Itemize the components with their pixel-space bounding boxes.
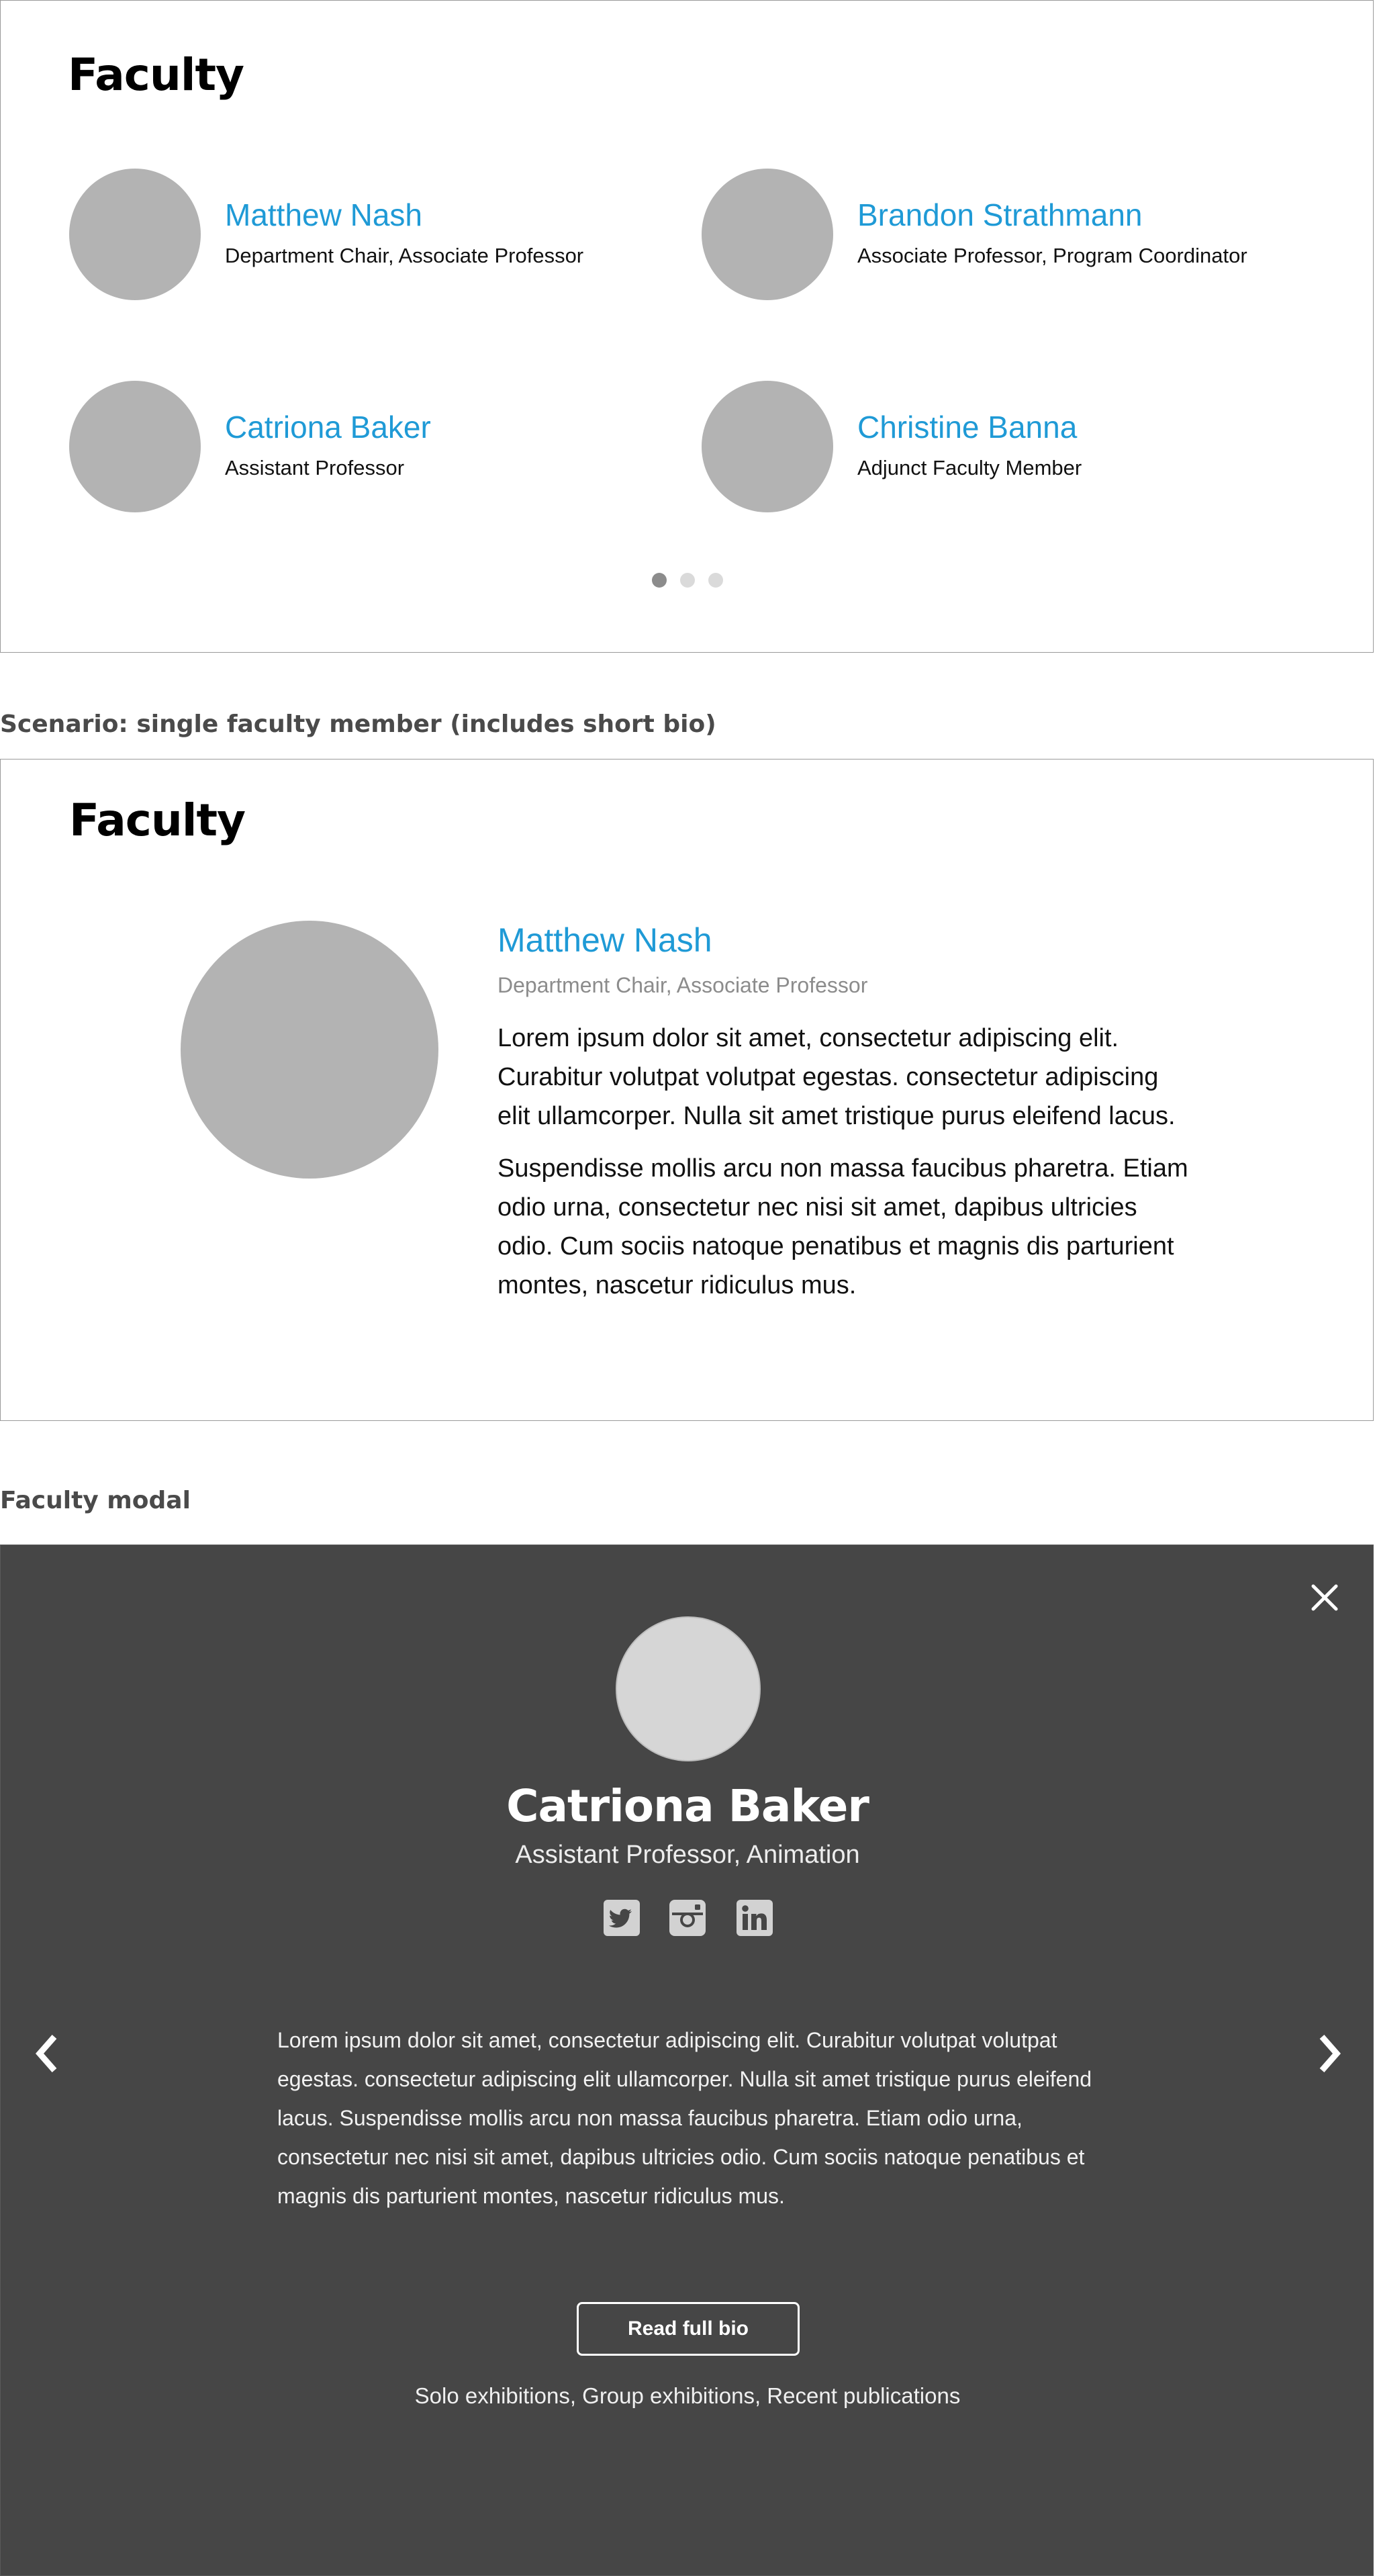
faculty-role: Assistant Professor: [225, 456, 405, 479]
avatar: [69, 169, 201, 300]
faculty-name[interactable]: Christine Banna: [857, 409, 1077, 445]
read-full-bio-button[interactable]: Read full bio: [577, 2302, 800, 2356]
faculty-role: Associate Professor, Program Coordinator: [857, 244, 1247, 267]
bio-paragraph: Suspendisse mollis arcu non massa faucib…: [497, 1154, 1188, 1299]
bio-paragraph: Lorem ipsum dolor sit amet, consectetur …: [497, 1024, 1176, 1130]
faculty-card[interactable]: Brandon Strathmann Associate Professor, …: [702, 169, 1306, 303]
faculty-name[interactable]: Brandon Strathmann: [857, 197, 1143, 233]
faculty-card[interactable]: Matthew Nash Department Chair, Associate…: [69, 169, 673, 303]
previous-arrow-icon[interactable]: [30, 2030, 62, 2077]
faculty-name[interactable]: Matthew Nash: [497, 921, 712, 960]
faculty-role: Adjunct Faculty Member: [857, 456, 1082, 479]
next-arrow-icon[interactable]: [1314, 2030, 1346, 2077]
faculty-card[interactable]: Christine Banna Adjunct Faculty Member: [702, 381, 1306, 515]
faculty-role: Department Chair, Associate Professor: [225, 244, 584, 267]
faculty-role: Department Chair, Associate Professor: [497, 973, 868, 997]
close-icon[interactable]: [1310, 1583, 1339, 1612]
modal-faculty-role: Assistant Professor, Animation: [515, 1841, 860, 1869]
avatar: [69, 381, 201, 512]
avatar: [181, 921, 438, 1179]
instagram-icon[interactable]: [669, 1900, 706, 1936]
modal-related-links[interactable]: Solo exhibitions, Group exhibitions, Rec…: [1, 2383, 1374, 2409]
modal-bio: Lorem ipsum dolor sit amet, consectetur …: [277, 2028, 1092, 2208]
single-faculty-panel: Faculty Matthew Nash Department Chair, A…: [0, 759, 1374, 1421]
scenario-label-modal: Faculty modal: [0, 1487, 191, 1514]
faculty-card[interactable]: Catriona Baker Assistant Professor: [69, 381, 673, 515]
faculty-grid-panel: Faculty Matthew Nash Department Chair, A…: [0, 0, 1374, 653]
pagination-dot-1[interactable]: [652, 573, 667, 588]
avatar: [616, 1616, 761, 1761]
faculty-name[interactable]: Matthew Nash: [225, 197, 422, 233]
faculty-title: Faculty: [69, 794, 246, 846]
faculty-title: Faculty: [68, 49, 244, 101]
scenario-label-single: Scenario: single faculty member (include…: [0, 710, 716, 738]
linkedin-icon[interactable]: [737, 1900, 773, 1936]
faculty-name[interactable]: Catriona Baker: [225, 409, 431, 445]
pagination-dot-3[interactable]: [708, 573, 723, 588]
twitter-icon[interactable]: [604, 1900, 640, 1936]
avatar: [702, 169, 833, 300]
faculty-modal: Catriona Baker Assistant Professor, Anim…: [0, 1545, 1374, 2576]
avatar: [702, 381, 833, 512]
modal-faculty-name: Catriona Baker: [506, 1780, 869, 1832]
pagination-dot-2[interactable]: [680, 573, 695, 588]
